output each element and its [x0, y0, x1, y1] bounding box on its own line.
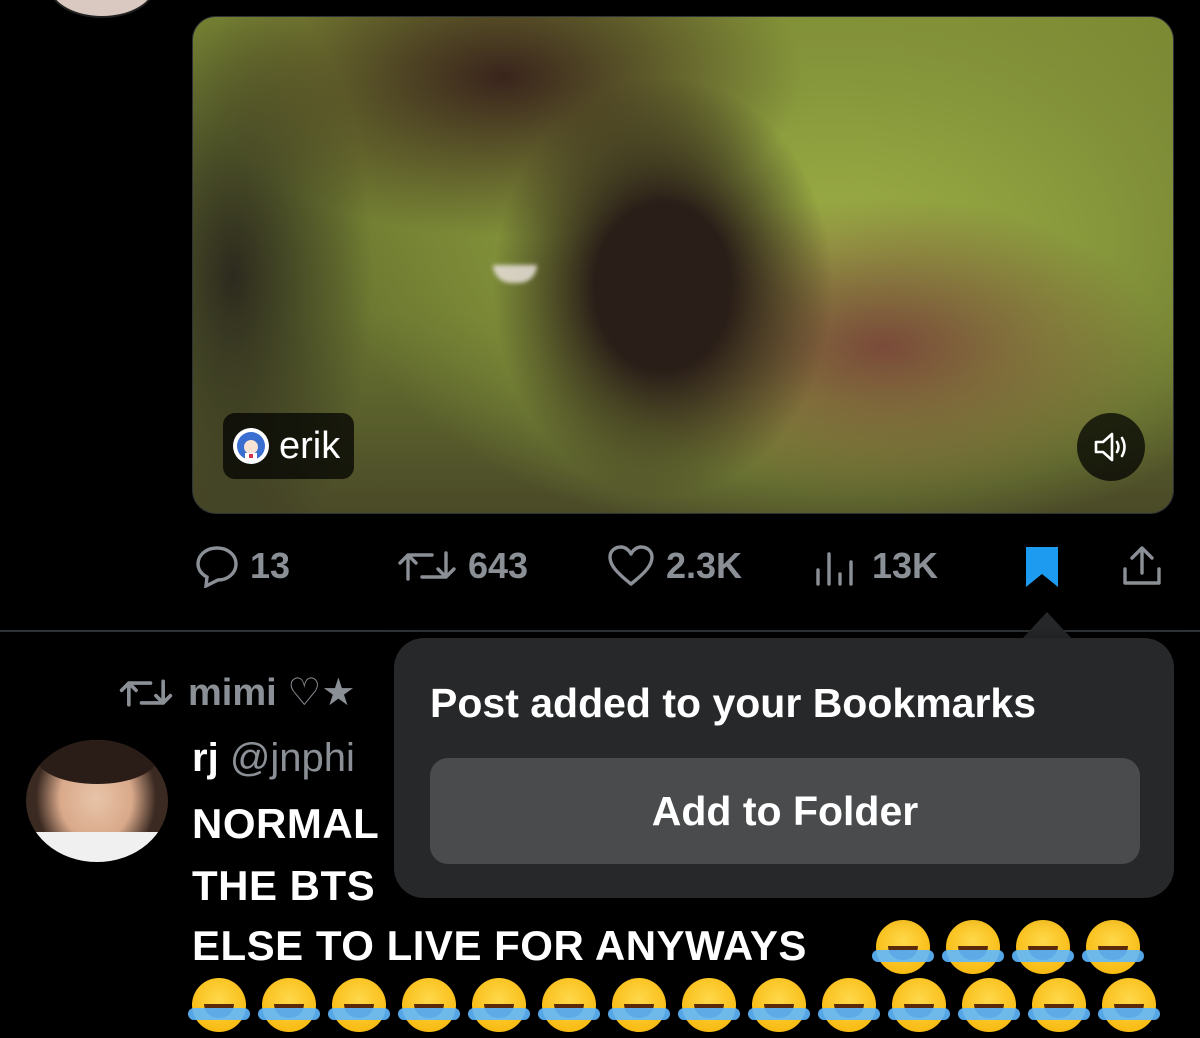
repost-icon [398, 551, 456, 581]
views-count: 13K [872, 545, 939, 586]
like-count: 2.3K [666, 545, 743, 586]
face-with-tears-of-joy-icon [1028, 978, 1090, 1032]
toast-pointer [1021, 612, 1073, 640]
face-with-tears-of-joy-icon [942, 920, 1004, 974]
bookmark-icon [1026, 547, 1058, 587]
speaker-icon [1094, 432, 1126, 462]
reply-icon [196, 546, 238, 588]
repost-button[interactable]: 643 [396, 536, 528, 596]
face-with-tears-of-joy-icon [328, 978, 390, 1032]
tweet-divider [0, 630, 1200, 632]
reply-count: 13 [250, 545, 291, 586]
video-author-name: erik [279, 424, 341, 467]
emoji-row [188, 978, 1160, 1032]
retweeted-by-line[interactable]: mimi ♡★ [118, 670, 355, 715]
sound-toggle-button[interactable] [1077, 413, 1145, 481]
video-frame-detail [493, 265, 537, 283]
bookmark-toast: Post added to your Bookmarks Add to Fold… [394, 638, 1174, 898]
face-with-tears-of-joy-icon [608, 978, 670, 1032]
display-name: rj [192, 736, 219, 780]
bookmark-button[interactable] [1022, 536, 1062, 596]
tweet-text-line-2: THE BTS [192, 862, 376, 909]
share-button[interactable] [1120, 536, 1164, 596]
repost-icon [119, 678, 173, 707]
face-with-tears-of-joy-icon [678, 978, 740, 1032]
face-with-tears-of-joy-icon [258, 978, 320, 1032]
tweet-text-line-1: NORMAL [192, 800, 380, 847]
avatar[interactable] [26, 740, 168, 862]
tweet-actions-bar: 13 643 2.3K 13K [0, 536, 1200, 596]
face-with-tears-of-joy-icon [468, 978, 530, 1032]
video-author-chip[interactable]: erik [223, 413, 355, 479]
inline-emoji-group [872, 920, 1144, 974]
add-to-folder-button[interactable]: Add to Folder [430, 758, 1140, 864]
face-with-tears-of-joy-icon [748, 978, 810, 1032]
share-icon [1123, 546, 1161, 585]
previous-author-avatar[interactable] [48, 0, 156, 18]
reply-button[interactable]: 13 [194, 536, 290, 596]
like-button[interactable]: 2.3K [606, 536, 742, 596]
face-with-tears-of-joy-icon [958, 978, 1020, 1032]
video-player[interactable]: erik [192, 16, 1174, 514]
face-with-tears-of-joy-icon [1098, 978, 1160, 1032]
face-with-tears-of-joy-icon [818, 978, 880, 1032]
tweet-author-line[interactable]: rj @jnphi [192, 736, 355, 781]
face-with-tears-of-joy-icon [1082, 920, 1144, 974]
views-icon [816, 552, 853, 586]
anime-avatar-icon [233, 428, 269, 464]
face-with-tears-of-joy-icon [888, 978, 950, 1032]
toast-message: Post added to your Bookmarks [430, 680, 1037, 726]
face-with-tears-of-joy-icon [1012, 920, 1074, 974]
face-with-tears-of-joy-icon [872, 920, 934, 974]
like-icon [608, 545, 654, 586]
retweeted-by-name: mimi ♡★ [188, 672, 356, 714]
face-with-tears-of-joy-icon [538, 978, 600, 1032]
repost-count: 643 [468, 545, 529, 586]
face-with-tears-of-joy-icon [188, 978, 250, 1032]
tweet-text-line-3: ELSE TO LIVE FOR ANYWAYS [192, 922, 807, 969]
handle: @jnphi [229, 736, 355, 780]
views-button[interactable]: 13K [812, 536, 938, 596]
avatar-hair [36, 740, 158, 784]
avatar-shirt [26, 832, 168, 862]
face-with-tears-of-joy-icon [398, 978, 460, 1032]
